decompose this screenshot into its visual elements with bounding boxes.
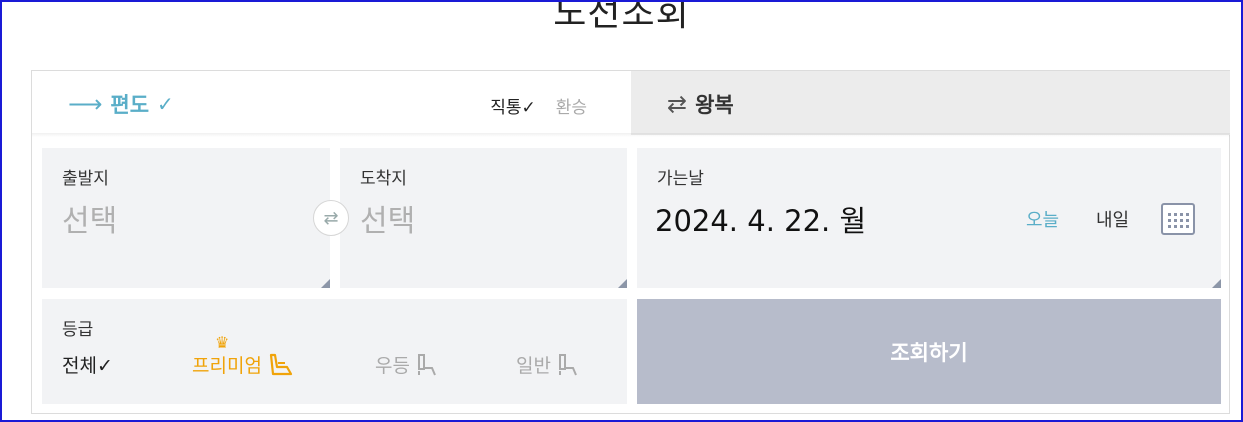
route-transfer-option[interactable]: 환승: [556, 93, 587, 118]
corner-marker: [618, 279, 627, 288]
route-direct-option[interactable]: 직통✓: [490, 93, 536, 118]
first-seat-icon: [415, 353, 437, 377]
date-label: 가는날: [657, 169, 704, 189]
date-field[interactable]: 가는날 2024. 4. 22. 월 오늘 내일: [637, 148, 1221, 288]
grade-option-standard-label: 일반: [516, 355, 551, 377]
calendar-icon[interactable]: [1161, 203, 1195, 235]
tab-roundtrip[interactable]: ⇄ 왕복: [631, 71, 1230, 135]
departure-field[interactable]: 출발지 선택: [42, 148, 330, 288]
grade-option-premium[interactable]: 프리미엄: [192, 351, 293, 378]
departure-label: 출발지: [62, 169, 109, 189]
crown-icon: ♛: [215, 333, 230, 352]
grade-option-first[interactable]: 우등: [375, 351, 437, 378]
tomorrow-button[interactable]: 내일: [1096, 206, 1129, 232]
grade-option-premium-label: 프리미엄: [192, 355, 262, 377]
arrival-field[interactable]: 도착지 선택: [340, 148, 627, 288]
grade-option-first-label: 우등: [375, 355, 410, 377]
standard-seat-icon: [556, 353, 578, 377]
page-title: 노선조회: [553, 0, 690, 34]
grade-label: 등급: [62, 320, 94, 340]
route-search-panel: ⟶ 편도 ✓ 직통✓ 환승 ⇄ 왕복 출발지 선택 도착지 선택 ⇄ 가는날 2…: [31, 70, 1230, 414]
grade-field: 등급 ♛ 전체✓ 프리미엄 우등 일반: [42, 299, 627, 404]
swap-stations-button[interactable]: ⇄: [313, 200, 349, 236]
tab-oneway[interactable]: ⟶ 편도 ✓ 직통✓ 환승: [32, 71, 631, 135]
tab-divider: [32, 133, 1230, 137]
grade-option-standard[interactable]: 일반: [516, 351, 578, 378]
check-icon: ✓: [157, 92, 174, 116]
tab-oneway-label: 편도: [110, 93, 150, 117]
arrow-right-icon: ⟶: [68, 90, 103, 118]
corner-marker: [1212, 279, 1221, 288]
grade-option-all-label: 전체✓: [62, 355, 113, 377]
premium-seat-icon: [267, 353, 293, 377]
swap-arrows-icon: ⇄: [667, 90, 688, 118]
corner-marker: [321, 279, 330, 288]
arrival-value: 선택: [360, 204, 416, 239]
today-button[interactable]: 오늘: [1026, 206, 1059, 232]
date-value: 2024. 4. 22. 월: [655, 204, 867, 238]
search-button[interactable]: 조회하기: [637, 299, 1221, 404]
route-type-group: 직통✓ 환승: [490, 93, 587, 118]
arrival-label: 도착지: [360, 169, 407, 189]
departure-value: 선택: [62, 204, 118, 239]
grade-option-all[interactable]: 전체✓: [62, 351, 113, 378]
tab-roundtrip-label: 왕복: [695, 93, 734, 117]
